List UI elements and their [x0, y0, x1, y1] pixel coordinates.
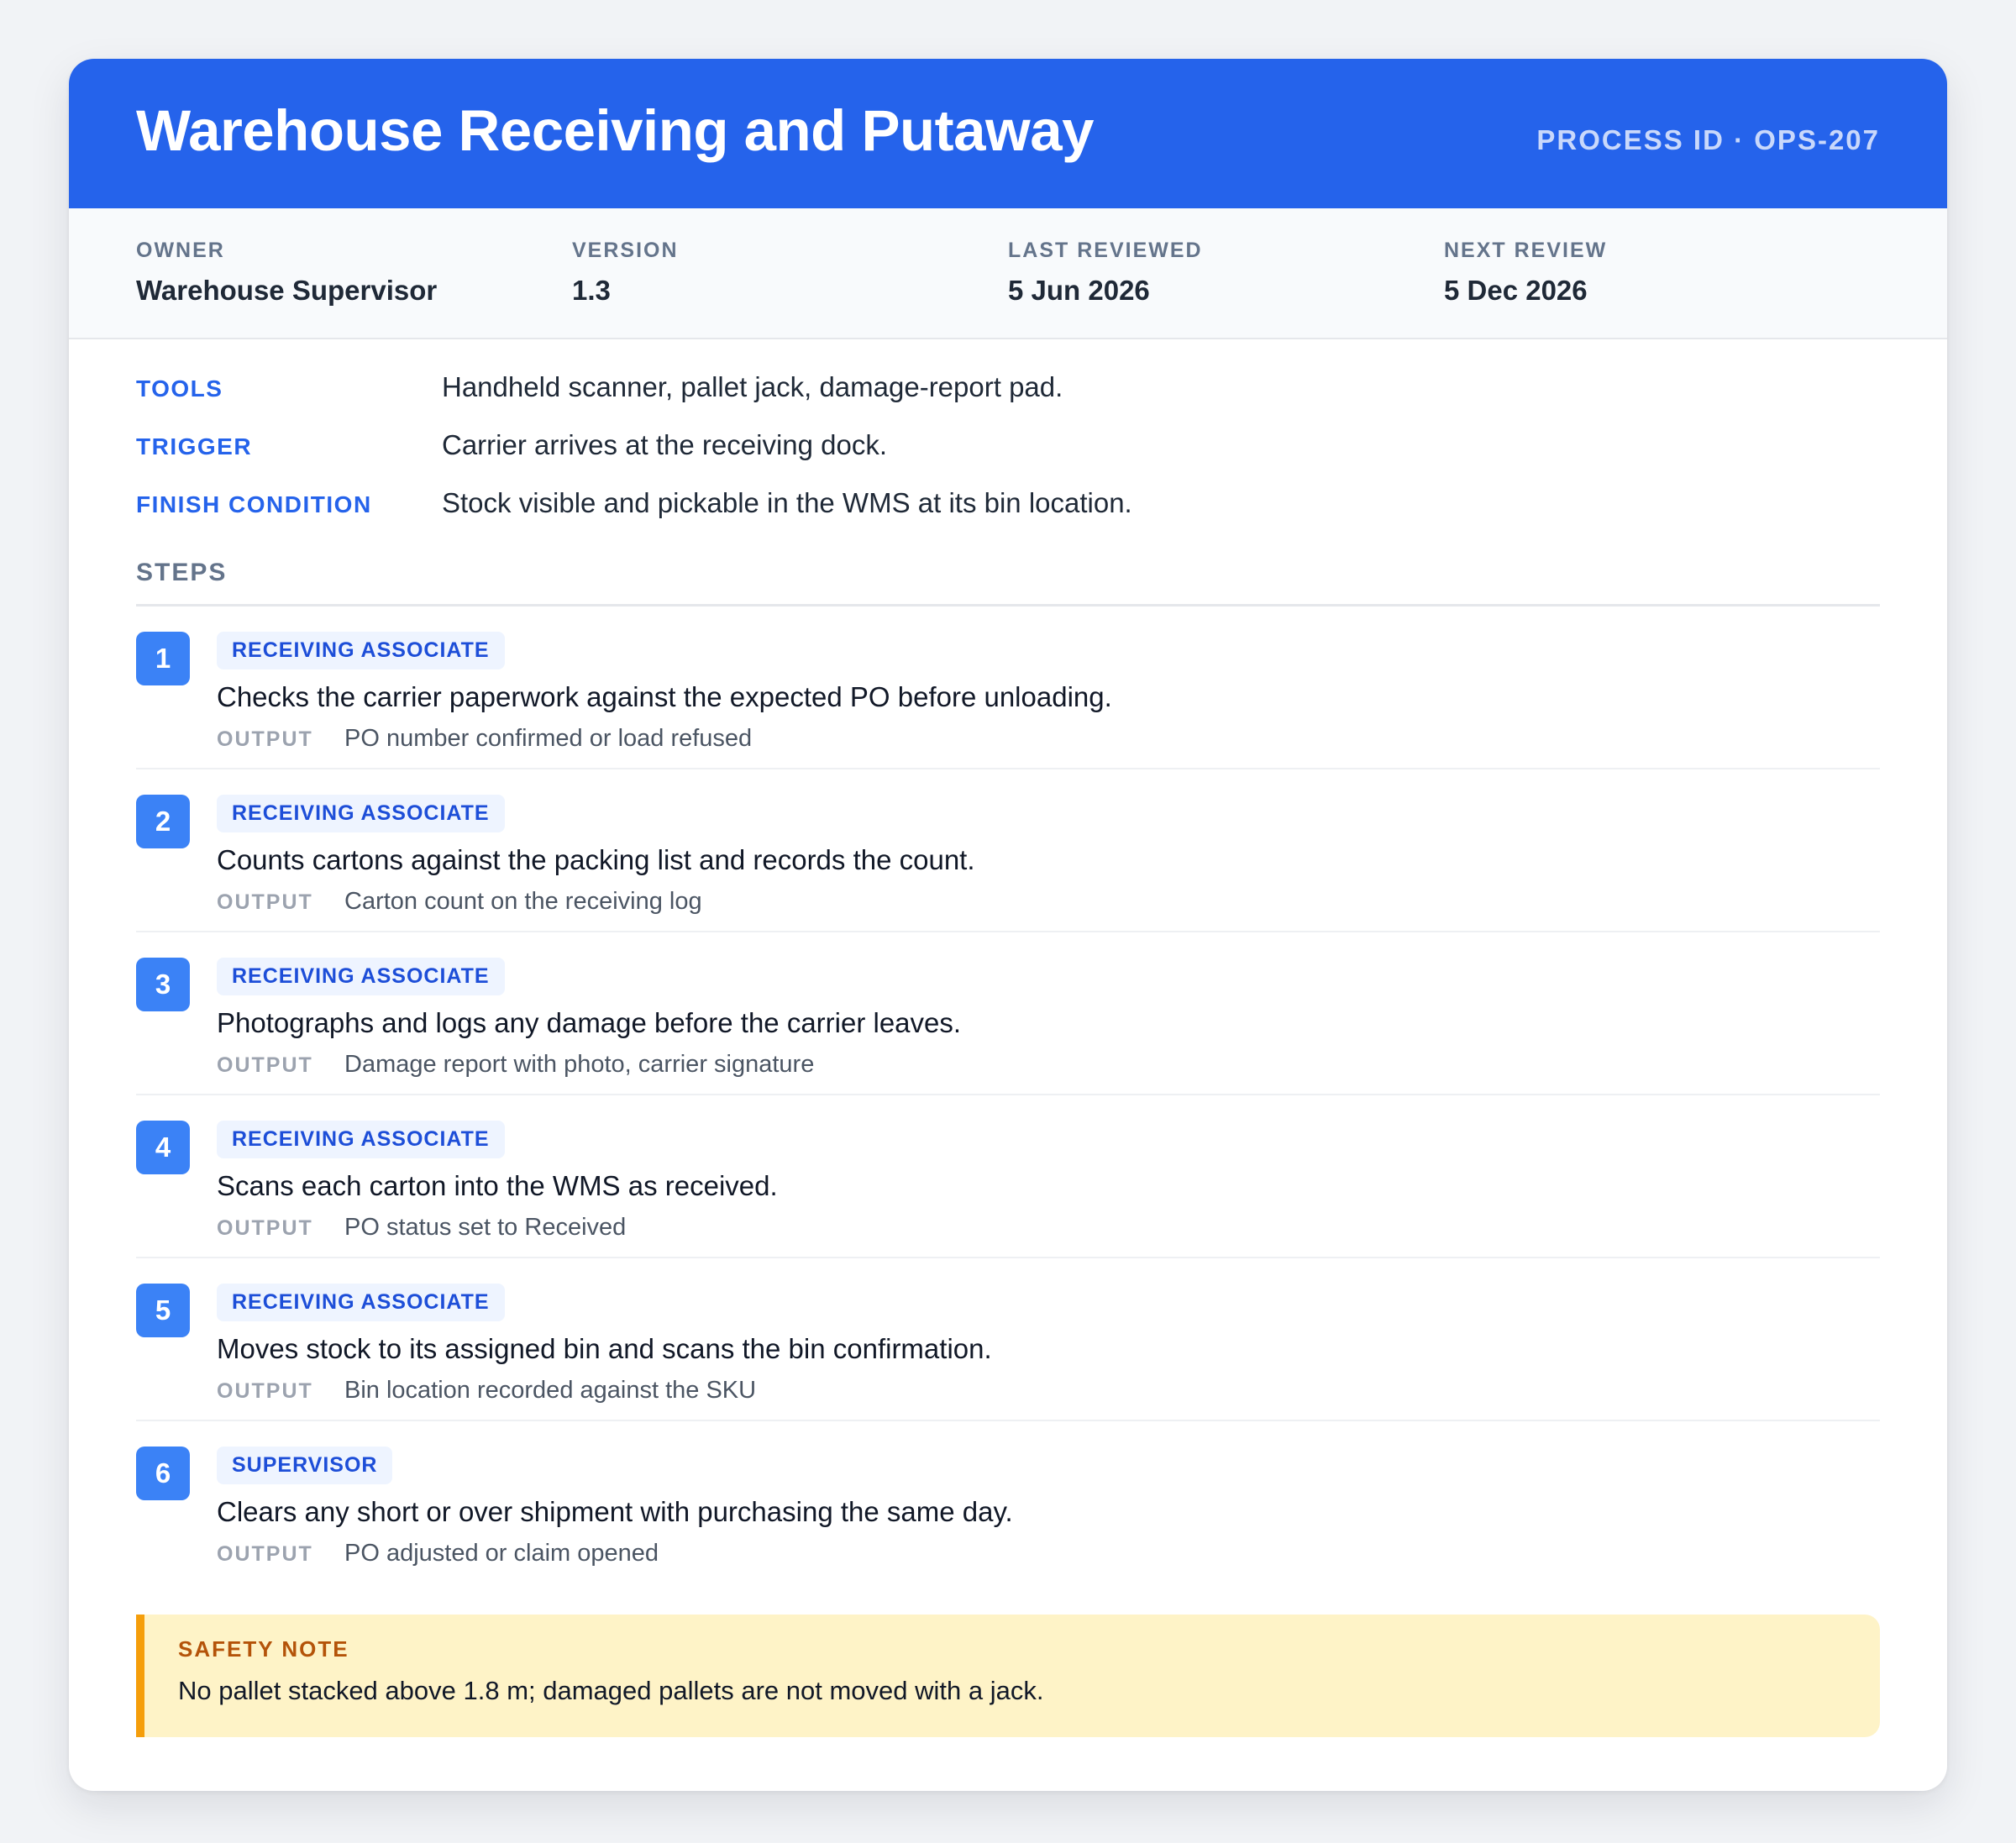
- output-label: OUTPUT: [217, 1542, 313, 1566]
- process-id: PROCESS ID · OPS-207: [1536, 124, 1880, 155]
- info-value: Carrier arrives at the receiving dock.: [442, 429, 888, 460]
- step-text: Scans each carton into the WMS as receiv…: [217, 1170, 778, 1201]
- step-item: 5 RECEIVING ASSOCIATE Moves stock to its…: [136, 1258, 1880, 1421]
- info-label: TRIGGER: [136, 433, 253, 459]
- meta-owner: OWNER Warehouse Supervisor: [136, 208, 572, 338]
- page-title: Warehouse Receiving and Putaway: [136, 97, 1094, 163]
- info-value: Stock visible and pickable in the WMS at…: [442, 487, 1132, 518]
- output-label: OUTPUT: [217, 727, 313, 751]
- step-number: 5: [136, 1284, 190, 1337]
- step-number: 3: [136, 958, 190, 1011]
- step-item: 4 RECEIVING ASSOCIATE Scans each carton …: [136, 1095, 1880, 1258]
- meta-value: 5 Jun 2026: [1008, 275, 1150, 306]
- meta-value: Warehouse Supervisor: [136, 275, 438, 306]
- output-label: OUTPUT: [217, 1379, 313, 1403]
- info-row-finish-condition: FINISH CONDITION Stock visible and picka…: [136, 487, 1880, 545]
- role-badge: RECEIVING ASSOCIATE: [217, 632, 505, 669]
- output-label: OUTPUT: [217, 890, 313, 914]
- step-text: Counts cartons against the packing list …: [217, 844, 975, 875]
- output-row: OUTPUT PO number confirmed or load refus…: [217, 725, 1112, 753]
- meta-label: OWNER: [136, 239, 225, 262]
- role-badge: SUPERVISOR: [217, 1447, 393, 1484]
- step-number: 4: [136, 1121, 190, 1174]
- step-content: RECEIVING ASSOCIATE Checks the carrier p…: [217, 632, 1112, 768]
- output-label: OUTPUT: [217, 1216, 313, 1240]
- info-row-trigger: TRIGGER Carrier arrives at the receiving…: [136, 429, 1880, 487]
- meta-value: 1.3: [572, 275, 611, 306]
- output-row: OUTPUT PO adjusted or claim opened: [217, 1540, 1013, 1567]
- output-value: Carton count on the receiving log: [344, 888, 702, 915]
- output-value: Damage report with photo, carrier signat…: [344, 1051, 815, 1078]
- safety-note: SAFETY NOTE No pallet stacked above 1.8 …: [136, 1615, 1880, 1737]
- meta-bar: OWNER Warehouse Supervisor VERSION 1.3 L…: [69, 208, 1947, 339]
- info-label: FINISH CONDITION: [136, 491, 372, 517]
- meta-last-reviewed: LAST REVIEWED 5 Jun 2026: [1008, 208, 1444, 338]
- output-row: OUTPUT PO status set to Received: [217, 1214, 778, 1242]
- step-item: 1 RECEIVING ASSOCIATE Checks the carrier…: [136, 606, 1880, 769]
- output-value: PO adjusted or claim opened: [344, 1540, 659, 1567]
- process-card: Warehouse Receiving and Putaway PROCESS …: [69, 59, 1947, 1791]
- step-text: Clears any short or over shipment with p…: [217, 1496, 1013, 1527]
- output-row: OUTPUT Damage report with photo, carrier…: [217, 1051, 961, 1079]
- role-badge: RECEIVING ASSOCIATE: [217, 795, 505, 832]
- info-section: TOOLS Handheld scanner, pallet jack, dam…: [136, 339, 1880, 545]
- meta-version: VERSION 1.3: [572, 208, 1008, 338]
- step-number: 2: [136, 795, 190, 848]
- output-row: OUTPUT Bin location recorded against the…: [217, 1377, 992, 1405]
- steps-heading: STEPS: [136, 559, 1880, 606]
- output-row: OUTPUT Carton count on the receiving log: [217, 888, 975, 916]
- meta-label: LAST REVIEWED: [1008, 239, 1203, 262]
- step-text: Moves stock to its assigned bin and scan…: [217, 1333, 992, 1364]
- meta-label: NEXT REVIEW: [1444, 239, 1608, 262]
- safety-note-label: SAFETY NOTE: [178, 1636, 349, 1662]
- step-content: RECEIVING ASSOCIATE Counts cartons again…: [217, 795, 975, 931]
- step-number: 1: [136, 632, 190, 685]
- step-content: RECEIVING ASSOCIATE Moves stock to its a…: [217, 1284, 992, 1420]
- output-value: PO status set to Received: [344, 1214, 627, 1241]
- process-body: TOOLS Handheld scanner, pallet jack, dam…: [69, 339, 1947, 1737]
- info-value: Handheld scanner, pallet jack, damage-re…: [442, 371, 1063, 402]
- step-item: 2 RECEIVING ASSOCIATE Counts cartons aga…: [136, 769, 1880, 932]
- step-text: Checks the carrier paperwork against the…: [217, 681, 1112, 712]
- steps-list: 1 RECEIVING ASSOCIATE Checks the carrier…: [136, 606, 1880, 1584]
- meta-label: VERSION: [572, 239, 679, 262]
- step-content: RECEIVING ASSOCIATE Photographs and logs…: [217, 958, 961, 1094]
- role-badge: RECEIVING ASSOCIATE: [217, 958, 505, 995]
- info-label: TOOLS: [136, 375, 223, 402]
- step-content: RECEIVING ASSOCIATE Scans each carton in…: [217, 1121, 778, 1257]
- step-content: SUPERVISOR Clears any short or over ship…: [217, 1447, 1013, 1584]
- role-badge: RECEIVING ASSOCIATE: [217, 1121, 505, 1158]
- meta-value: 5 Dec 2026: [1444, 275, 1588, 306]
- header-bar: Warehouse Receiving and Putaway PROCESS …: [69, 59, 1947, 208]
- step-item: 3 RECEIVING ASSOCIATE Photographs and lo…: [136, 932, 1880, 1095]
- step-number: 6: [136, 1447, 190, 1500]
- step-item: 6 SUPERVISOR Clears any short or over sh…: [136, 1421, 1880, 1584]
- step-text: Photographs and logs any damage before t…: [217, 1007, 962, 1038]
- role-badge: RECEIVING ASSOCIATE: [217, 1284, 505, 1321]
- output-label: OUTPUT: [217, 1053, 313, 1077]
- info-row-tools: TOOLS Handheld scanner, pallet jack, dam…: [136, 371, 1880, 429]
- output-value: PO number confirmed or load refused: [344, 725, 753, 752]
- safety-note-text: No pallet stacked above 1.8 m; damaged p…: [178, 1676, 1044, 1705]
- meta-next-review: NEXT REVIEW 5 Dec 2026: [1444, 208, 1880, 338]
- output-value: Bin location recorded against the SKU: [344, 1377, 757, 1404]
